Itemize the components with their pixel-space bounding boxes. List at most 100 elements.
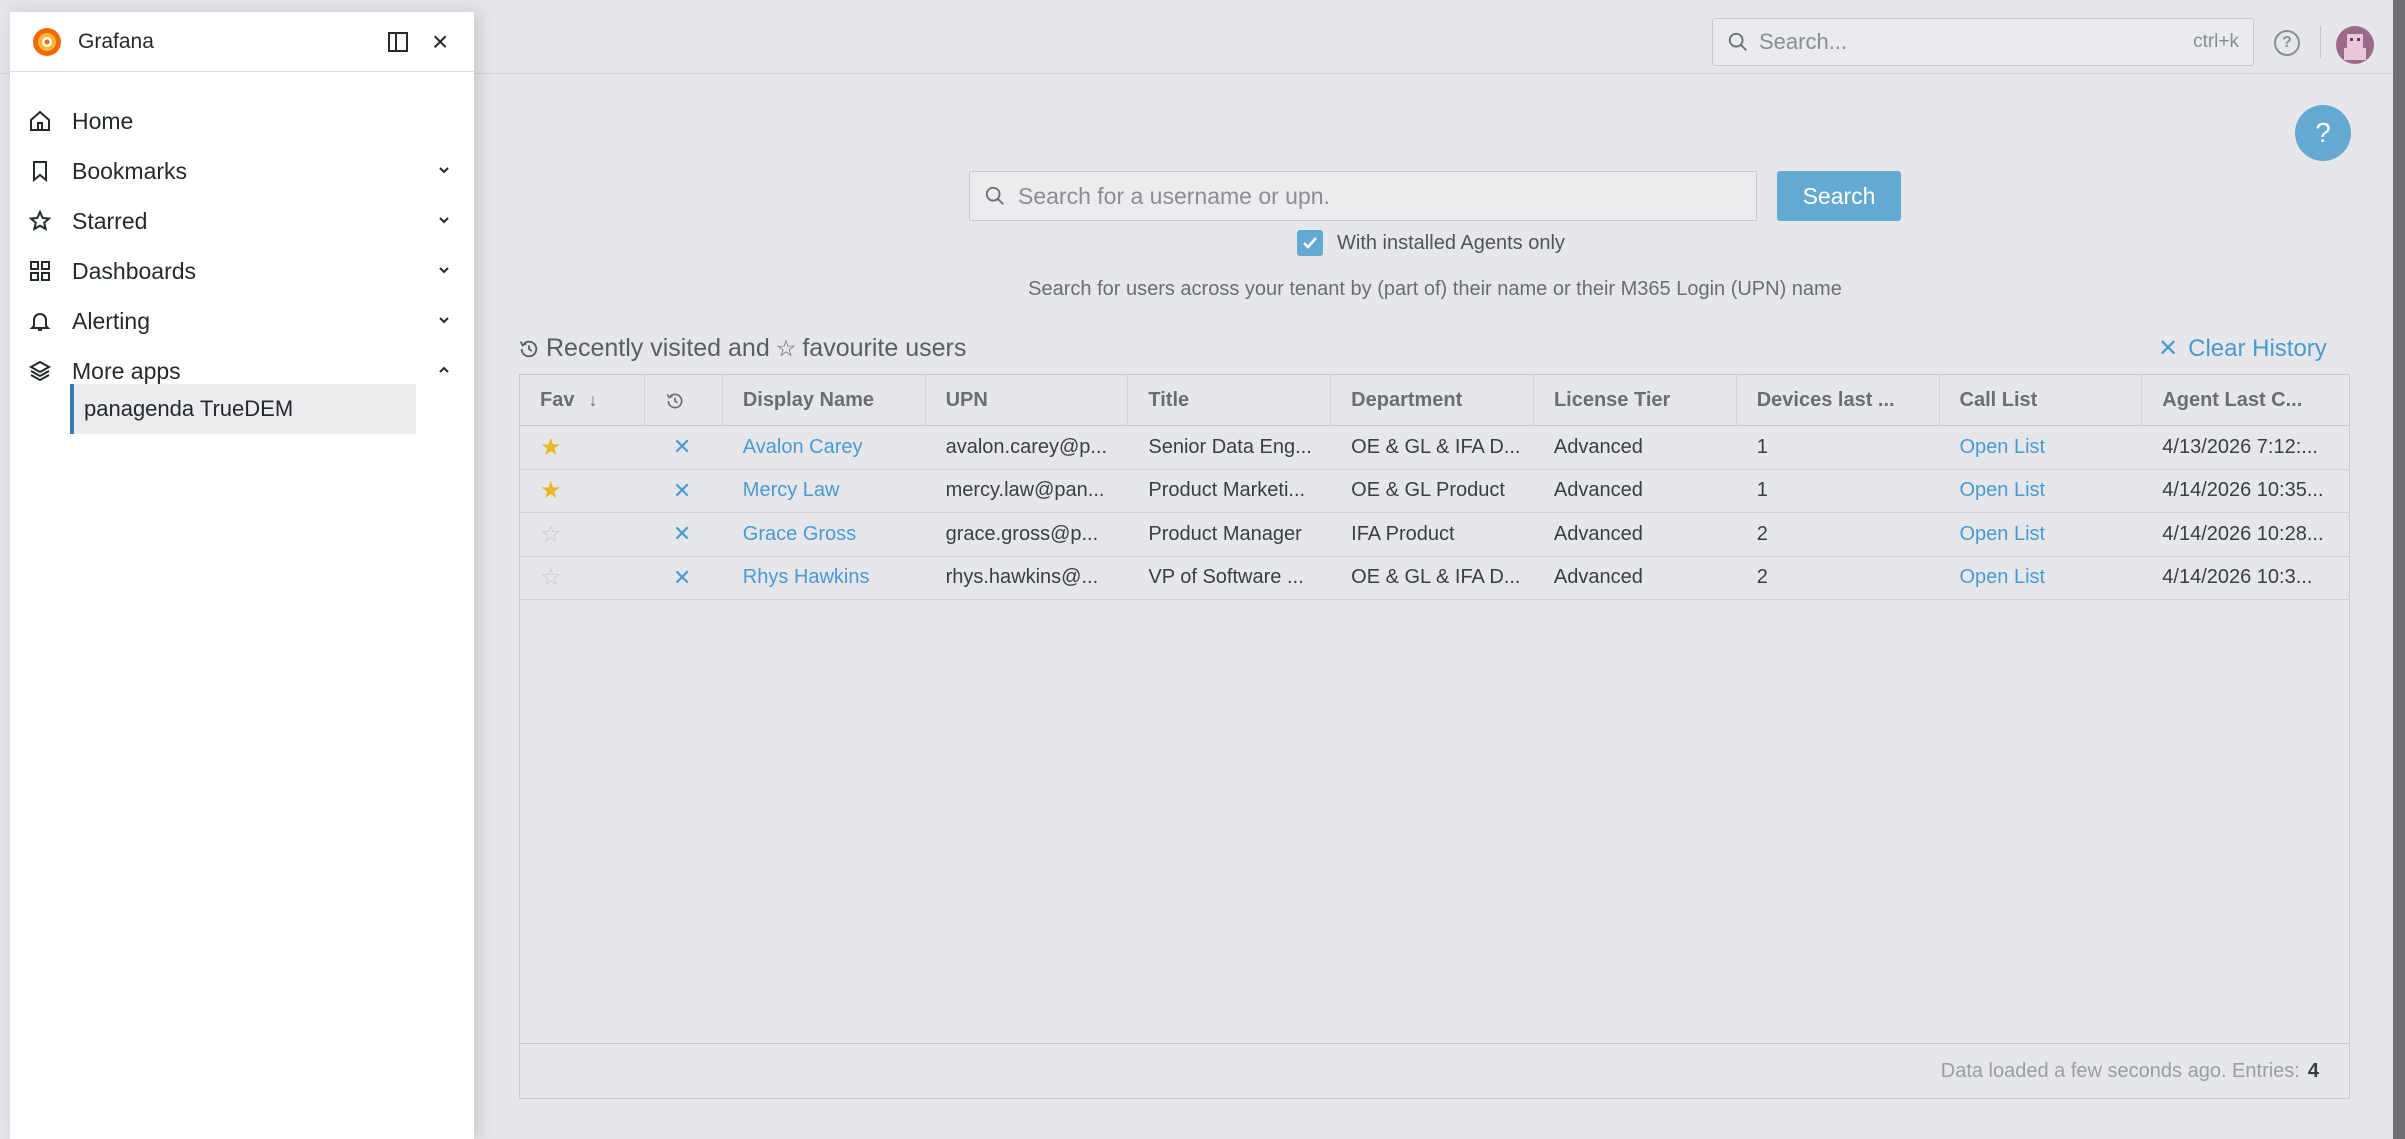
- recent-users-heading: Recently visited and ☆ favourite users: [518, 334, 966, 363]
- column-header-department[interactable]: Department: [1331, 375, 1534, 426]
- history-icon: [666, 393, 683, 408]
- table-footer: Data loaded a few seconds ago. Entries: …: [520, 1043, 2349, 1098]
- department-cell: OE & GL Product: [1351, 479, 1505, 502]
- nav-sidebar: Grafana × Home Bookmarks Starred Dashboa…: [10, 12, 474, 1139]
- title-cell: Product Marketi...: [1148, 479, 1306, 502]
- global-search-placeholder: Search...: [1759, 29, 1848, 54]
- agent-last-cell: 4/14/2026 10:3...: [2162, 566, 2313, 589]
- sidebar-item-alerting[interactable]: Alerting: [10, 298, 474, 344]
- upn-cell: avalon.carey@p...: [945, 435, 1108, 458]
- devices-cell: 2: [1756, 566, 1768, 589]
- table-row: ☆ ✕ Rhys Hawkins rhys.hawkins@... VP of …: [520, 557, 2349, 600]
- star-icon: [28, 209, 52, 232]
- sidebar-item-starred[interactable]: Starred: [10, 198, 474, 244]
- search-button[interactable]: Search: [1777, 171, 1901, 221]
- column-header-devices[interactable]: Devices last ...: [1737, 375, 1940, 426]
- sidebar-header: Grafana ×: [10, 12, 474, 72]
- search-shortcut: ctrl+k: [2193, 31, 2239, 52]
- remove-icon[interactable]: ✕: [665, 521, 691, 547]
- department-cell: IFA Product: [1351, 522, 1455, 545]
- sidebar-item-panagenda-truedem[interactable]: panagenda TrueDEM: [70, 384, 416, 434]
- column-header-call-list[interactable]: Call List: [1940, 375, 2143, 426]
- department-cell: OE & GL & IFA D...: [1351, 435, 1521, 458]
- sidebar-item-label: Bookmarks: [72, 157, 188, 184]
- search-icon: [985, 186, 1004, 205]
- sidebar-item-label: Alerting: [72, 307, 150, 334]
- app-title: Grafana: [78, 29, 154, 53]
- close-icon[interactable]: ×: [432, 26, 448, 58]
- clear-history-button[interactable]: ✕ Clear History: [2158, 334, 2327, 363]
- agents-only-checkbox[interactable]: [1297, 230, 1323, 256]
- help-icon[interactable]: ?: [2274, 30, 2300, 56]
- star-outline-icon[interactable]: ☆: [540, 520, 562, 549]
- star-outline-icon: ☆: [775, 335, 797, 361]
- chevron-down-icon[interactable]: [434, 210, 454, 230]
- grafana-logo-icon: [33, 27, 61, 56]
- agent-last-cell: 4/13/2026 7:12:...: [2162, 435, 2318, 458]
- open-list-link[interactable]: Open List: [1939, 557, 2142, 600]
- dock-menu-icon[interactable]: [386, 30, 410, 54]
- global-search-input[interactable]: Search... ctrl+k: [1712, 18, 2254, 66]
- open-list-link[interactable]: Open List: [1939, 470, 2142, 513]
- table-row: ★ ✕ Avalon Carey avalon.carey@p... Senio…: [520, 426, 2349, 470]
- star-filled-icon[interactable]: ★: [540, 476, 562, 505]
- footer-status: Data loaded a few seconds ago. Entries:: [1940, 1059, 2300, 1082]
- sidebar-item-label: More apps: [72, 357, 181, 384]
- column-header-history[interactable]: [645, 375, 723, 426]
- dashboards-icon: [30, 261, 50, 281]
- sidebar-item-home[interactable]: Home: [10, 98, 474, 144]
- sidebar-item-bookmarks[interactable]: Bookmarks: [10, 148, 474, 194]
- search-icon: [1728, 32, 1747, 51]
- star-outline-icon[interactable]: ☆: [540, 563, 562, 592]
- display-name-link[interactable]: Mercy Law: [723, 470, 926, 513]
- title-cell: Product Manager: [1148, 522, 1302, 545]
- help-fab-button[interactable]: ?: [2295, 105, 2351, 161]
- agents-only-label: With installed Agents only: [1337, 231, 1565, 254]
- column-header-title[interactable]: Title: [1128, 375, 1332, 426]
- window-edge: [2393, 0, 2405, 1139]
- license-tier-cell: Advanced: [1553, 522, 1643, 545]
- title-cell: Senior Data Eng...: [1148, 435, 1312, 458]
- open-list-link[interactable]: Open List: [1939, 513, 2142, 556]
- devices-cell: 1: [1756, 435, 1768, 458]
- layers-icon: [28, 360, 52, 382]
- column-header-fav[interactable]: Fav ↓: [520, 375, 645, 426]
- chevron-up-icon[interactable]: [434, 360, 454, 380]
- bell-icon: [29, 313, 51, 331]
- title-cell: VP of Software ...: [1148, 566, 1304, 589]
- chevron-down-icon[interactable]: [434, 160, 454, 180]
- remove-icon[interactable]: ✕: [665, 478, 691, 504]
- star-filled-icon[interactable]: ★: [540, 433, 562, 462]
- user-search-placeholder: Search for a username or upn.: [1018, 182, 1330, 209]
- column-header-upn[interactable]: UPN: [926, 375, 1129, 426]
- table-header: Fav ↓ Display Name UPN Title Department L…: [520, 375, 2349, 426]
- entries-count: 4: [2307, 1059, 2319, 1082]
- history-icon: [519, 340, 538, 357]
- upn-cell: grace.gross@p...: [945, 522, 1099, 545]
- agents-only-filter: With installed Agents only: [1297, 230, 1565, 256]
- license-tier-cell: Advanced: [1553, 566, 1643, 589]
- upn-cell: mercy.law@pan...: [945, 479, 1105, 502]
- display-name-link[interactable]: Rhys Hawkins: [723, 557, 926, 600]
- remove-icon[interactable]: ✕: [665, 565, 691, 591]
- clear-history-label: Clear History: [2188, 334, 2327, 362]
- license-tier-cell: Advanced: [1553, 435, 1643, 458]
- bookmark-icon: [33, 161, 47, 183]
- display-name-link[interactable]: Grace Gross: [723, 513, 926, 556]
- department-cell: OE & GL & IFA D...: [1351, 566, 1521, 589]
- chevron-down-icon[interactable]: [434, 310, 454, 330]
- column-header-display-name[interactable]: Display Name: [723, 375, 926, 426]
- avatar[interactable]: [2336, 26, 2374, 64]
- display-name-link[interactable]: Avalon Carey: [723, 426, 926, 469]
- recent-users-table: Fav ↓ Display Name UPN Title Department L…: [519, 374, 2350, 1099]
- close-icon: ✕: [2158, 335, 2179, 362]
- user-search-input[interactable]: Search for a username or upn.: [969, 171, 1757, 221]
- remove-icon[interactable]: ✕: [665, 434, 691, 460]
- sidebar-item-label: Home: [72, 107, 134, 134]
- license-tier-cell: Advanced: [1553, 479, 1643, 502]
- column-header-agent-last[interactable]: Agent Last C...: [2142, 375, 2349, 426]
- chevron-down-icon[interactable]: [434, 260, 454, 280]
- open-list-link[interactable]: Open List: [1939, 426, 2142, 469]
- sidebar-item-dashboards[interactable]: Dashboards: [10, 248, 474, 294]
- column-header-license-tier[interactable]: License Tier: [1534, 375, 1737, 426]
